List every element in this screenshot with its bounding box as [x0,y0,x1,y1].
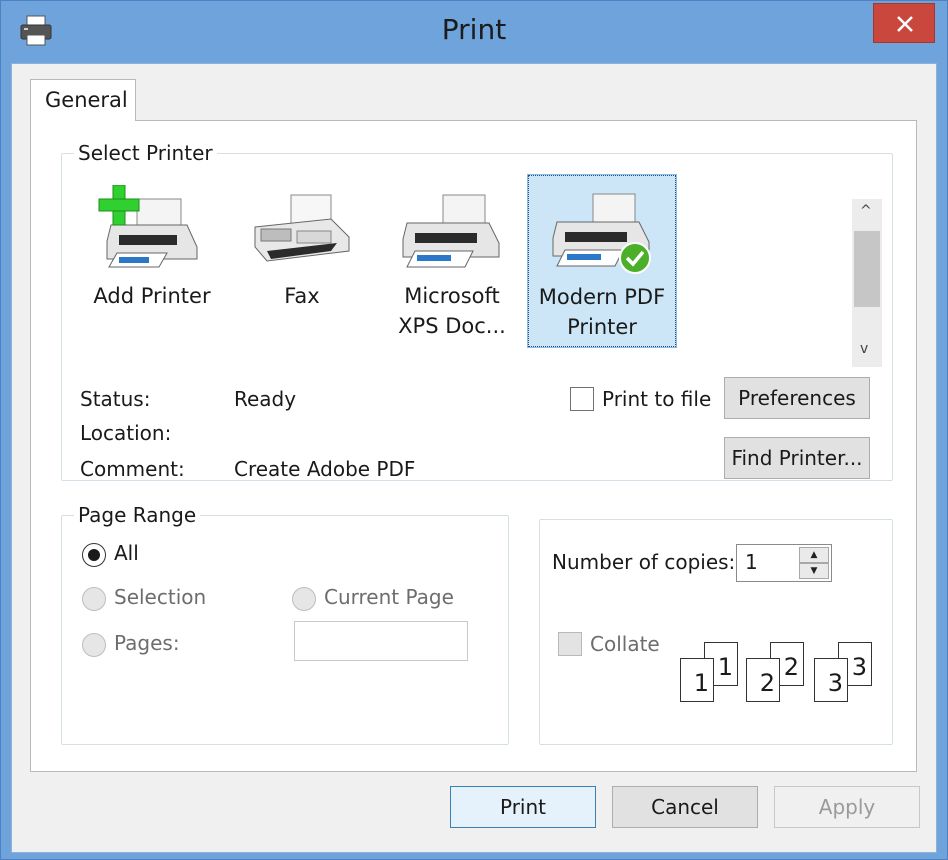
printer-name-line1: Microsoft [404,284,500,308]
select-printer-group: Select Printer Add Printer Fax Microsoft… [61,141,893,481]
radio-current-page[interactable] [292,587,316,611]
printer-name-line2: XPS Doc... [398,314,506,338]
dialog-buttons: Print Cancel Apply [12,784,938,844]
chevron-down-icon[interactable]: v [860,341,868,357]
printer-list-scrollbar[interactable]: ^ v [852,199,882,367]
radio-current-page-label[interactable]: Current Page [324,585,454,609]
spin-up-icon[interactable]: ▲ [799,547,829,563]
radio-pages-label[interactable]: Pages: [114,631,180,655]
printer-item-microsoft-xps[interactable]: Microsoft XPS Doc... [378,175,526,347]
chevron-up-icon[interactable]: ^ [860,203,872,219]
page-range-group: Page Range All Selection Current Page Pa… [61,503,509,745]
radio-all-label[interactable]: All [114,541,139,565]
location-label: Location: [80,421,172,445]
copies-stepper[interactable]: 1 ▲ ▼ [736,544,832,582]
number-of-copies-label: Number of copies: [552,550,736,574]
dialog-body: General Select Printer Add Printer Fax M… [11,63,937,853]
window-title: Print [441,13,507,46]
tab-general[interactable]: General [30,79,136,121]
printer-icon [402,194,500,268]
printer-name-line1: Add Printer [93,284,211,308]
apply-button[interactable]: Apply [774,786,920,828]
pages-input[interactable] [294,621,468,661]
collate-page-stack-3: 3 3 [814,642,880,706]
find-printer-button[interactable]: Find Printer... [724,437,870,479]
select-printer-legend: Select Printer [78,141,213,165]
scrollbar-thumb[interactable] [854,231,880,307]
collate-page: 2 [746,658,780,702]
add-printer-icon [98,185,198,268]
radio-selection-label[interactable]: Selection [114,585,206,609]
collate-page: 1 [680,658,714,702]
collate-page: 3 [814,658,848,702]
comment-value: Create Adobe PDF [234,457,416,481]
spin-down-icon[interactable]: ▼ [799,563,829,579]
cancel-button[interactable]: Cancel [612,786,758,828]
collate-label[interactable]: Collate [590,632,660,656]
radio-pages[interactable] [82,633,106,657]
close-icon [897,16,913,32]
radio-all[interactable] [82,543,106,567]
radio-selected-dot [88,549,100,561]
printer-list[interactable]: Add Printer Fax Microsoft XPS Doc... Mod… [78,174,848,360]
collate-checkbox[interactable] [558,632,582,656]
print-dialog: Print General Select Printer Add Printer… [0,0,948,860]
collate-page-stack-2: 2 2 [746,642,812,706]
status-label: Status: [80,387,151,411]
status-value: Ready [234,387,297,411]
copies-group: Number of copies: 1 ▲ ▼ Collate 1 1 2 2 [539,519,893,745]
print-to-file-label[interactable]: Print to file [602,387,711,411]
default-printer-icon [552,193,651,274]
comment-label: Comment: [80,457,185,481]
printer-name-line1: Fax [284,284,320,308]
page-range-legend: Page Range [78,503,197,527]
close-button[interactable] [873,3,935,43]
copies-value[interactable]: 1 [745,550,758,574]
collate-page-stack-1: 1 1 [680,642,746,706]
printer-item-add-printer[interactable]: Add Printer [78,175,226,347]
printer-name-line2: Printer [567,315,637,339]
preferences-button[interactable]: Preferences [724,377,870,419]
radio-selection[interactable] [82,587,106,611]
printer-name-line1: Modern PDF [538,285,666,309]
print-to-file-checkbox[interactable] [570,387,594,411]
print-button[interactable]: Print [450,786,596,828]
printer-item-fax[interactable]: Fax [228,175,376,347]
general-tab-panel: Select Printer Add Printer Fax Microsoft… [30,120,917,772]
title-bar[interactable]: Print [1,1,947,61]
printer-item-modern-pdf[interactable]: Modern PDF Printer [527,174,677,348]
fax-icon [254,194,350,262]
